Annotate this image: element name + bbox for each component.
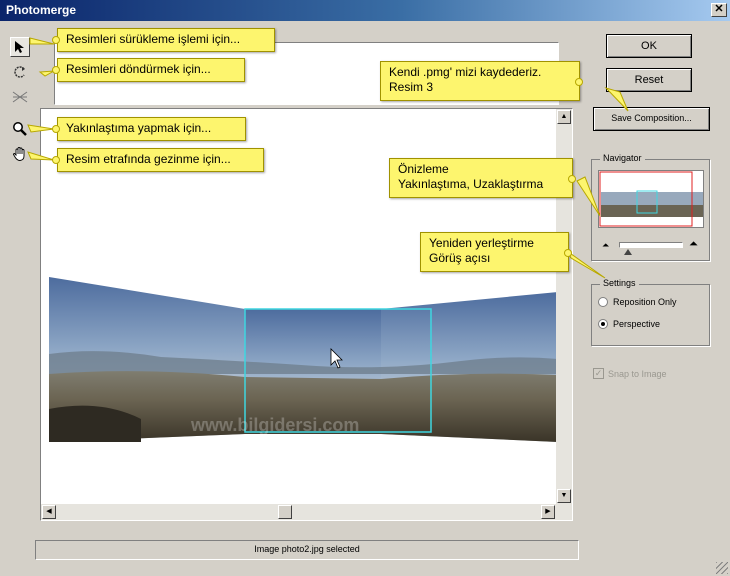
ok-button[interactable]: OK [606, 34, 692, 58]
horizontal-scrollbar[interactable]: ◀ ▶ [41, 504, 572, 520]
callout-navigator: Önizleme Yakınlaştıma, Uzaklaştırma [389, 158, 573, 198]
scroll-down-button[interactable]: ▼ [557, 489, 571, 503]
callout-rotate-tool: Resimleri döndürmek için... [57, 58, 245, 82]
navigator-group: Navigator ⏶ ⏶ [591, 153, 710, 261]
status-text: Image photo2.jpg selected [254, 544, 360, 554]
save-composition-button[interactable]: Save Composition... [593, 107, 710, 131]
radio-label: Reposition Only [613, 297, 677, 307]
zoom-slider[interactable] [619, 242, 683, 248]
scroll-thumb[interactable] [278, 505, 292, 519]
zoom-slider-thumb[interactable] [624, 249, 632, 255]
radio-label: Perspective [613, 319, 661, 329]
reset-button[interactable]: Reset [606, 68, 692, 92]
status-bar: Image photo2.jpg selected [35, 540, 579, 560]
title-bar: Photomerge ✕ [0, 0, 730, 21]
scroll-right-button[interactable]: ▶ [541, 505, 555, 519]
magnifier-icon [13, 122, 27, 136]
vanishing-point-icon [12, 91, 28, 103]
select-image-tool[interactable] [10, 37, 30, 57]
dialog-body: www.bilgidersi.com ▲ ▼ ◀ ▶ Image photo2.… [0, 21, 730, 576]
watermark: www.bilgidersi.com [190, 415, 359, 435]
perspective-radio[interactable]: Perspective [598, 319, 660, 329]
checkbox-label: Snap to Image [608, 368, 667, 379]
rotate-icon [14, 66, 25, 78]
callout-save-composition: Kendi .pmg' mizi kaydederiz. Resim 3 [380, 61, 580, 101]
rotate-image-tool[interactable] [10, 62, 30, 82]
callout-dot [564, 249, 572, 257]
resize-grip[interactable] [716, 562, 728, 574]
callout-dot [52, 36, 60, 44]
scroll-left-button[interactable]: ◀ [42, 505, 56, 519]
callout-dot [52, 125, 60, 133]
callout-dot [575, 78, 583, 86]
window-title: Photomerge [6, 3, 77, 17]
settings-title: Settings [600, 278, 639, 288]
checkbox-box[interactable]: ✓ [593, 368, 604, 379]
hand-tool[interactable] [10, 144, 30, 164]
zoom-in-icon[interactable]: ⏶ [689, 238, 705, 250]
scroll-up-button[interactable]: ▲ [557, 110, 571, 124]
settings-group: Settings Reposition Only Perspective [591, 278, 710, 346]
callout-dot [52, 66, 60, 74]
set-vanishing-point-tool[interactable] [10, 87, 30, 107]
radio-dot [601, 322, 605, 326]
zoom-tool[interactable] [10, 119, 30, 139]
arrow-cursor-icon [15, 41, 24, 53]
callout-settings: Yeniden yerleştirme Görüş açısı [420, 232, 569, 272]
callout-hand-tool: Resim etrafında gezinme için... [57, 148, 264, 172]
radio-circle[interactable] [598, 297, 608, 307]
navigator-thumbnail[interactable] [598, 170, 704, 228]
reposition-only-radio[interactable]: Reposition Only [598, 297, 677, 307]
close-window-button[interactable]: ✕ [711, 3, 727, 17]
zoom-out-icon[interactable]: ⏶ [602, 240, 614, 250]
callout-select-tool: Resimleri sürükleme işlemi için... [57, 28, 275, 52]
hand-icon [13, 147, 25, 161]
navigator-title: Navigator [600, 153, 645, 163]
callout-dot [568, 175, 576, 183]
callout-dot [52, 156, 60, 164]
radio-circle[interactable] [598, 319, 608, 329]
callout-zoom-tool: Yakınlaştıma yapmak için... [57, 117, 246, 141]
snap-to-image-checkbox[interactable]: ✓ Snap to Image [593, 368, 667, 379]
